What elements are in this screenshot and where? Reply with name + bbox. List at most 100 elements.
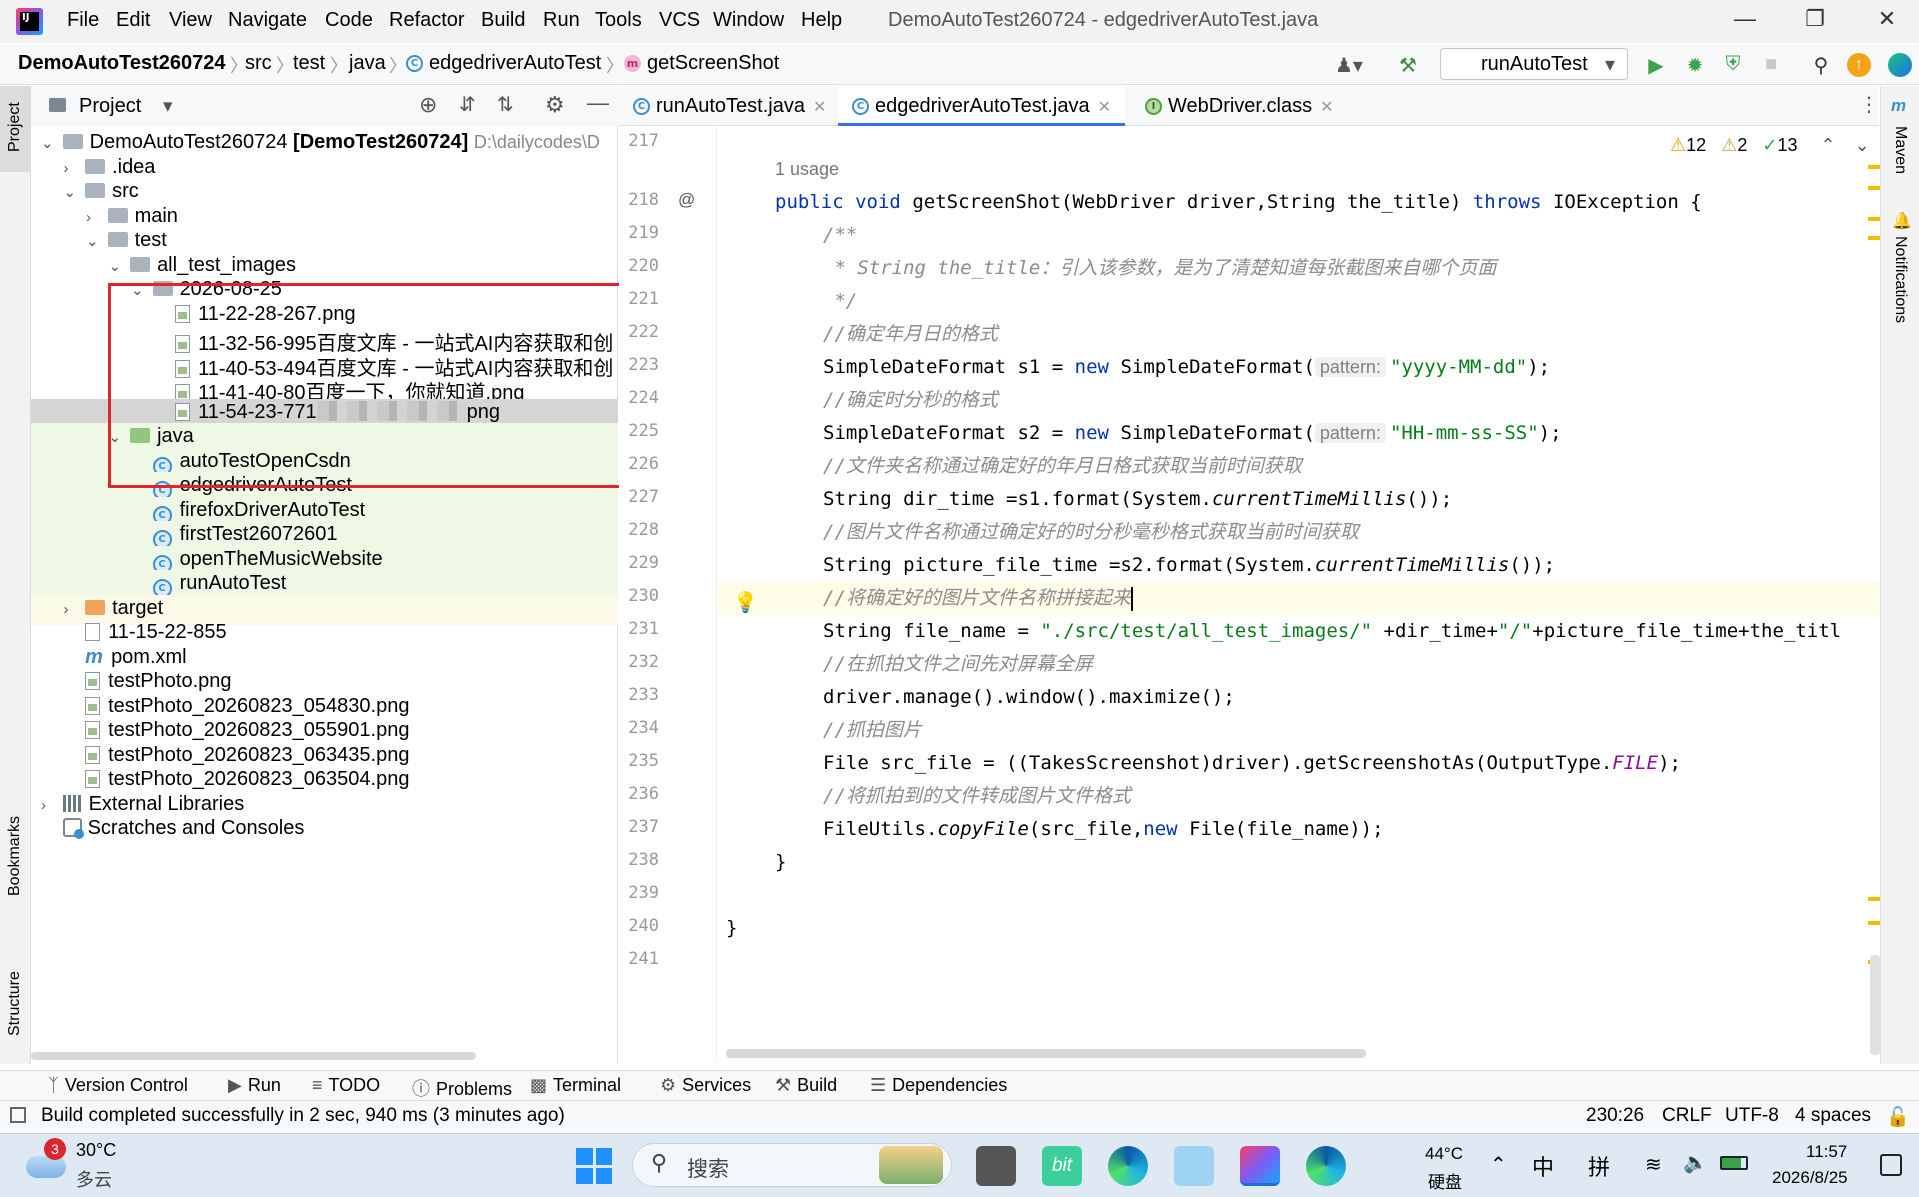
- indent-setting[interactable]: 4 spaces: [1795, 1105, 1871, 1127]
- breadcrumb-method[interactable]: m getScreenShot: [624, 52, 779, 75]
- run-icon[interactable]: ▶: [1643, 53, 1669, 77]
- breadcrumb-src[interactable]: src: [245, 52, 272, 75]
- chevron-up-icon[interactable]: ⌃: [1490, 1152, 1507, 1177]
- line-number[interactable]: 220: [619, 256, 659, 276]
- line-separator[interactable]: CRLF: [1662, 1105, 1712, 1127]
- expand-arrow-icon[interactable]: ›: [86, 209, 102, 226]
- tool-tab-run[interactable]: ▶ Run: [228, 1075, 281, 1096]
- weather-description[interactable]: 多云: [76, 1166, 112, 1192]
- file-encoding[interactable]: UTF-8: [1725, 1105, 1779, 1127]
- tool-tab-todo[interactable]: ≡ TODO: [312, 1075, 380, 1096]
- lightbulb-icon[interactable]: 💡: [733, 590, 758, 615]
- user-icon[interactable]: ♟▾: [1335, 53, 1363, 77]
- project-tool-button[interactable]: Project: [0, 86, 31, 172]
- line-number[interactable]: 222: [619, 322, 659, 342]
- expand-arrow-icon[interactable]: ⌄: [86, 232, 102, 250]
- close-icon[interactable]: ✕: [1872, 6, 1902, 36]
- expand-arrow-icon[interactable]: ›: [64, 601, 80, 618]
- tab-runautotest[interactable]: CrunAutoTest.java ✕: [619, 86, 840, 126]
- breadcrumb-project[interactable]: DemoAutoTest260724: [18, 52, 225, 75]
- expand-all-icon[interactable]: ⇵: [459, 92, 476, 117]
- cloud-icon[interactable]: [26, 1156, 66, 1178]
- line-number[interactable]: 218: [619, 190, 659, 210]
- line-number[interactable]: 223: [619, 355, 659, 375]
- menu-vcs[interactable]: VCS: [659, 9, 700, 32]
- line-number[interactable]: 217: [619, 131, 659, 151]
- clock-time[interactable]: 11:57: [1806, 1142, 1847, 1162]
- tab-edgedriverautotest[interactable]: CedgedriverAutoTest.java ✕: [838, 86, 1125, 126]
- line-number[interactable]: 235: [619, 751, 659, 771]
- run-configuration-select[interactable]: runAutoTest ▾: [1440, 48, 1628, 80]
- restore-icon[interactable]: ❐: [1800, 6, 1830, 36]
- locate-icon[interactable]: ⊕: [419, 92, 437, 118]
- stop-icon[interactable]: ■: [1758, 53, 1784, 77]
- status-message[interactable]: Build completed successfully in 2 sec, 9…: [41, 1105, 565, 1127]
- menu-tools[interactable]: Tools: [595, 9, 642, 32]
- line-number[interactable]: 237: [619, 817, 659, 837]
- line-number[interactable]: 225: [619, 421, 659, 441]
- tool-tab-services[interactable]: ⚙ Services: [660, 1075, 751, 1096]
- bell-icon[interactable]: 🔔: [1892, 211, 1912, 231]
- gear-icon[interactable]: ⚙: [545, 92, 565, 118]
- implements-gutter-icon[interactable]: @: [678, 190, 695, 210]
- chevron-down-icon[interactable]: ▾: [163, 95, 173, 118]
- bookmarks-tool-button[interactable]: Bookmarks: [0, 806, 31, 906]
- collapse-all-icon[interactable]: ⇅: [497, 92, 514, 117]
- coverage-icon[interactable]: ⛨: [1720, 53, 1746, 77]
- horizontal-scrollbar[interactable]: [726, 1049, 1366, 1058]
- line-number[interactable]: 234: [619, 718, 659, 738]
- menu-code[interactable]: Code: [325, 9, 373, 32]
- line-number[interactable]: 221: [619, 289, 659, 309]
- menu-run[interactable]: Run: [543, 9, 580, 32]
- tree-item[interactable]: Scratches and Consoles: [31, 815, 618, 845]
- volume-icon[interactable]: 🔈: [1683, 1150, 1708, 1175]
- line-number[interactable]: 239: [619, 883, 659, 903]
- intellij-taskbar-icon[interactable]: [1240, 1146, 1280, 1186]
- line-number[interactable]: 233: [619, 685, 659, 705]
- bit-app-icon[interactable]: bit: [1042, 1146, 1082, 1186]
- expand-arrow-icon[interactable]: ›: [64, 160, 80, 177]
- line-number[interactable]: 224: [619, 388, 659, 408]
- tool-tab-terminal[interactable]: ▩ Terminal: [530, 1075, 621, 1096]
- menu-navigate[interactable]: Navigate: [228, 9, 307, 32]
- breadcrumb-test[interactable]: test: [293, 52, 325, 75]
- minimize-icon[interactable]: —: [1730, 6, 1760, 36]
- jetbrains-ai-icon[interactable]: [1888, 53, 1912, 77]
- vertical-scrollbar[interactable]: [1870, 955, 1880, 1055]
- weather-temperature[interactable]: 30°C: [76, 1140, 116, 1161]
- ime-mode[interactable]: 中: [1532, 1150, 1554, 1182]
- tool-tab-problems[interactable]: ⓘ Problems: [412, 1075, 512, 1101]
- cpu-temperature[interactable]: 44°C: [1425, 1144, 1463, 1164]
- tool-tab-version-control[interactable]: ᛉ Version Control: [48, 1075, 188, 1096]
- update-icon[interactable]: ↑: [1847, 53, 1871, 77]
- caret-position[interactable]: 230:26: [1586, 1105, 1644, 1127]
- line-number[interactable]: 238: [619, 850, 659, 870]
- battery-icon[interactable]: [1720, 1156, 1748, 1170]
- line-number[interactable]: 240: [619, 916, 659, 936]
- toggle-tool-windows-icon[interactable]: [10, 1107, 26, 1123]
- tool-tab-build[interactable]: ⚒ Build: [775, 1075, 837, 1096]
- next-highlight-icon[interactable]: ⌄: [1855, 135, 1870, 155]
- breadcrumb-class[interactable]: CedgedriverAutoTest: [406, 52, 601, 75]
- breadcrumb-java[interactable]: java: [349, 52, 386, 75]
- previous-highlight-icon[interactable]: ⌃: [1821, 135, 1836, 155]
- menu-window[interactable]: Window: [713, 9, 784, 32]
- notifications-tool-button[interactable]: Notifications: [1881, 236, 1919, 426]
- debug-icon[interactable]: ✹: [1682, 53, 1708, 77]
- task-view-icon[interactable]: [976, 1146, 1016, 1186]
- line-number[interactable]: 231: [619, 619, 659, 639]
- line-number[interactable]: 236: [619, 784, 659, 804]
- line-number[interactable]: 241: [619, 949, 659, 969]
- edge-browser-icon[interactable]: [1306, 1146, 1346, 1186]
- menu-help[interactable]: Help: [801, 9, 842, 32]
- line-number[interactable]: 226: [619, 454, 659, 474]
- project-view-title[interactable]: Project: [79, 95, 141, 118]
- usage-hint[interactable]: 1 usage: [775, 159, 839, 179]
- line-number[interactable]: 219: [619, 223, 659, 243]
- ime-pinyin[interactable]: 拼: [1588, 1150, 1610, 1182]
- windows-start-icon[interactable]: [576, 1148, 612, 1184]
- expand-arrow-icon[interactable]: ⌄: [41, 134, 57, 152]
- menu-view[interactable]: View: [169, 9, 212, 32]
- notification-center-icon[interactable]: [1880, 1154, 1902, 1176]
- intellij-logo-icon[interactable]: IJ: [16, 8, 43, 35]
